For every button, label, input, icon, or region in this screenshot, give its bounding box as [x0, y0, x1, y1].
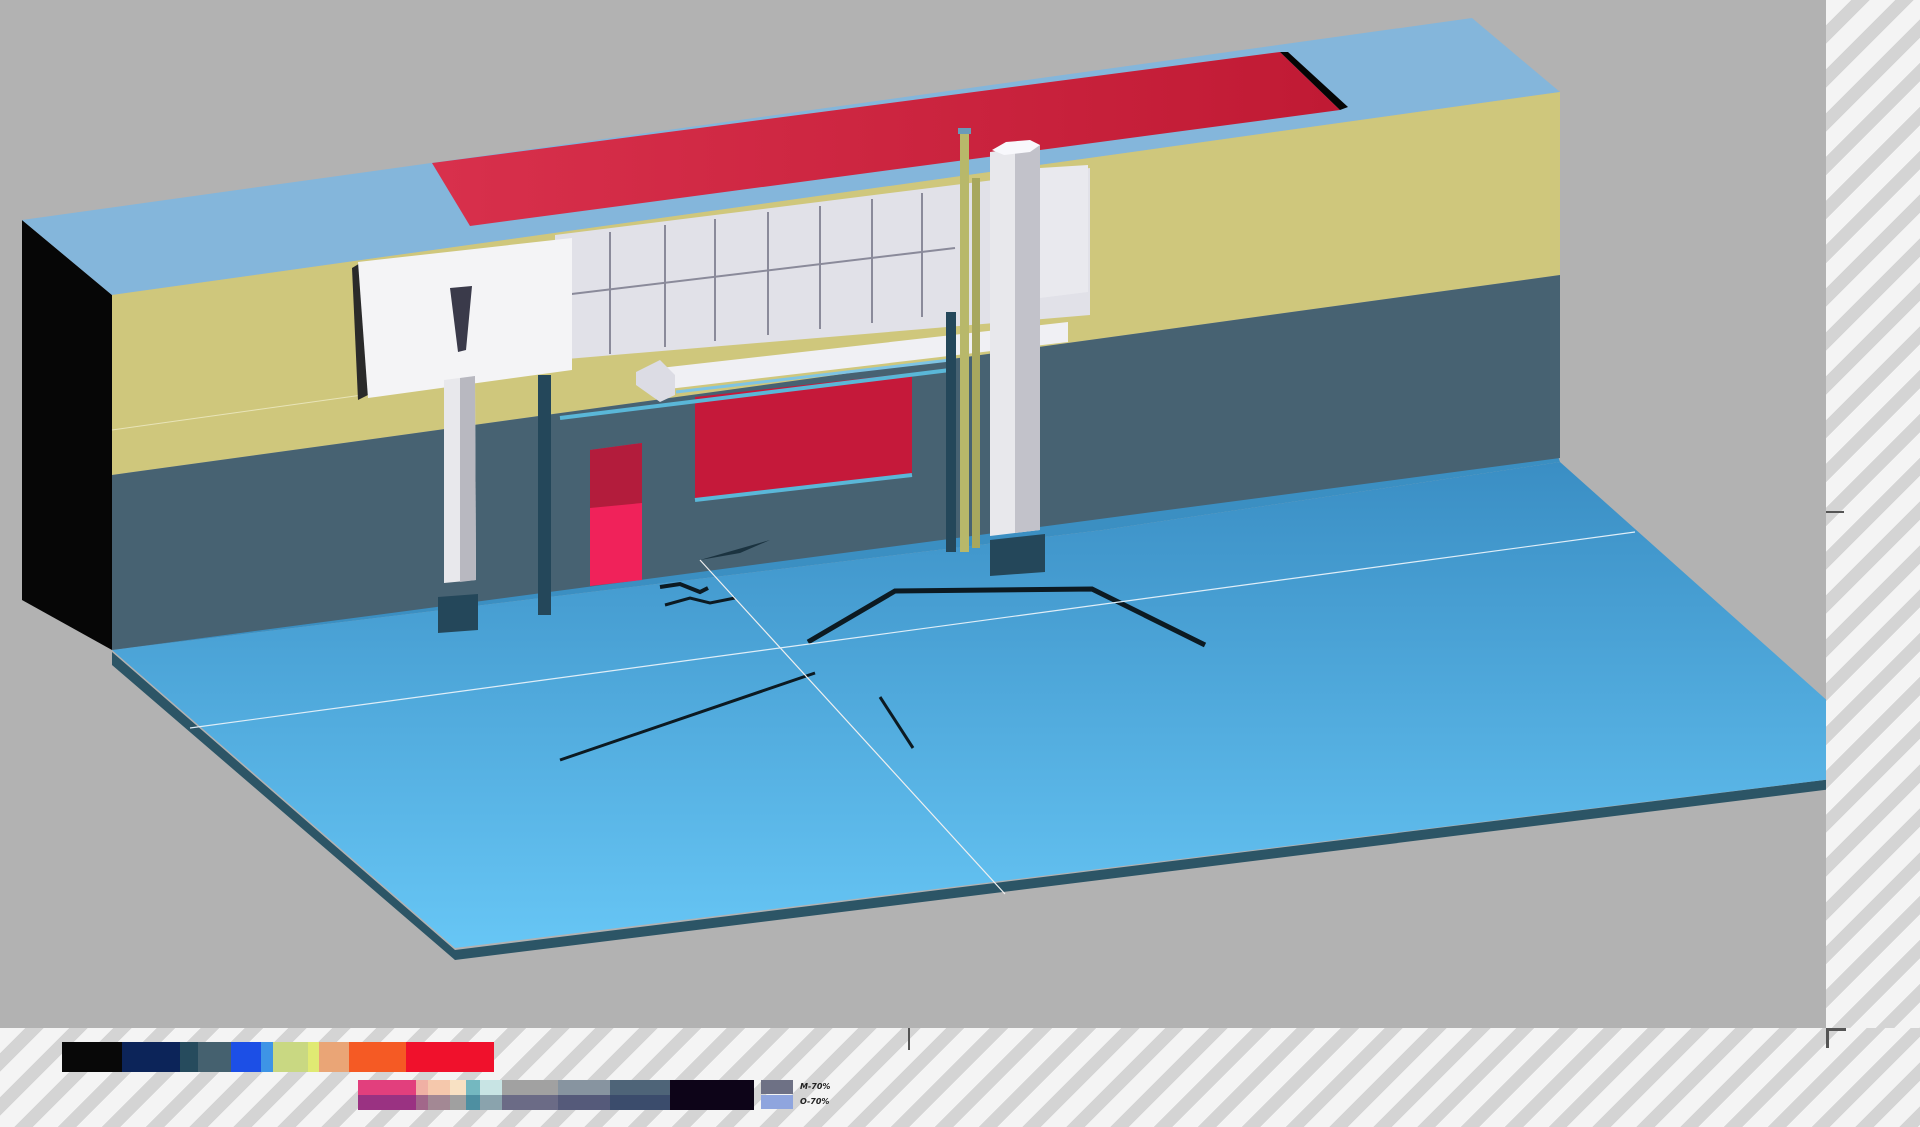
legend-swatch-m70	[761, 1080, 793, 1094]
swatch-orange-red	[349, 1042, 406, 1072]
swatch-pale-lime	[273, 1042, 308, 1072]
swatch-pair	[480, 1080, 502, 1110]
left-side-wall	[22, 220, 112, 650]
swatch-yellow-lime	[308, 1042, 319, 1072]
legend-label-o70: O-70%	[800, 1097, 830, 1106]
swatch-black	[62, 1042, 122, 1072]
column-left-shade	[460, 376, 476, 582]
swatch-pair	[450, 1080, 466, 1110]
swatch-gray-slate	[198, 1042, 231, 1072]
swatch-royal-blue	[231, 1042, 261, 1072]
corner-mark-h	[1826, 1028, 1846, 1031]
swatch-pair	[558, 1080, 610, 1110]
color-palette-primary	[62, 1042, 498, 1072]
storefront-3d-scene	[22, 18, 1826, 960]
swatch-peach	[319, 1042, 349, 1072]
dark-pole-left	[538, 375, 551, 615]
corner-mark-v	[1826, 1028, 1829, 1048]
ruler-tick-right	[1826, 511, 1844, 513]
swatch-sky-blue	[261, 1042, 273, 1072]
column-left-base	[438, 594, 478, 633]
ruler-tick-bottom	[908, 1028, 910, 1050]
yellow-pipe	[960, 132, 969, 552]
swatch-pair	[466, 1080, 480, 1110]
yellow-pipe-secondary	[972, 178, 980, 548]
swatch-slate-teal	[180, 1042, 198, 1072]
viewport-canvas[interactable]	[0, 0, 1826, 1028]
yellow-pipe-cap	[958, 128, 971, 134]
dark-pole-mid	[946, 312, 956, 552]
swatch-pair	[416, 1080, 428, 1110]
swatch-pair	[670, 1080, 754, 1110]
swatch-pair	[428, 1080, 450, 1110]
hatch-margin-right	[1826, 0, 1920, 1127]
column-octagon-shade	[1015, 145, 1040, 533]
legend-label-m70: M-70%	[800, 1082, 831, 1091]
swatch-pair	[502, 1080, 558, 1110]
column-octagon-base	[990, 534, 1045, 576]
swatch-pair	[358, 1080, 416, 1110]
legend-swatch-o70	[761, 1095, 793, 1109]
color-palette-secondary	[358, 1080, 758, 1110]
swatch-crimson	[406, 1042, 494, 1072]
swatch-pair	[610, 1080, 670, 1110]
door-shadow	[590, 443, 642, 508]
sign-panel-right	[1040, 165, 1088, 298]
swatch-navy	[122, 1042, 180, 1072]
